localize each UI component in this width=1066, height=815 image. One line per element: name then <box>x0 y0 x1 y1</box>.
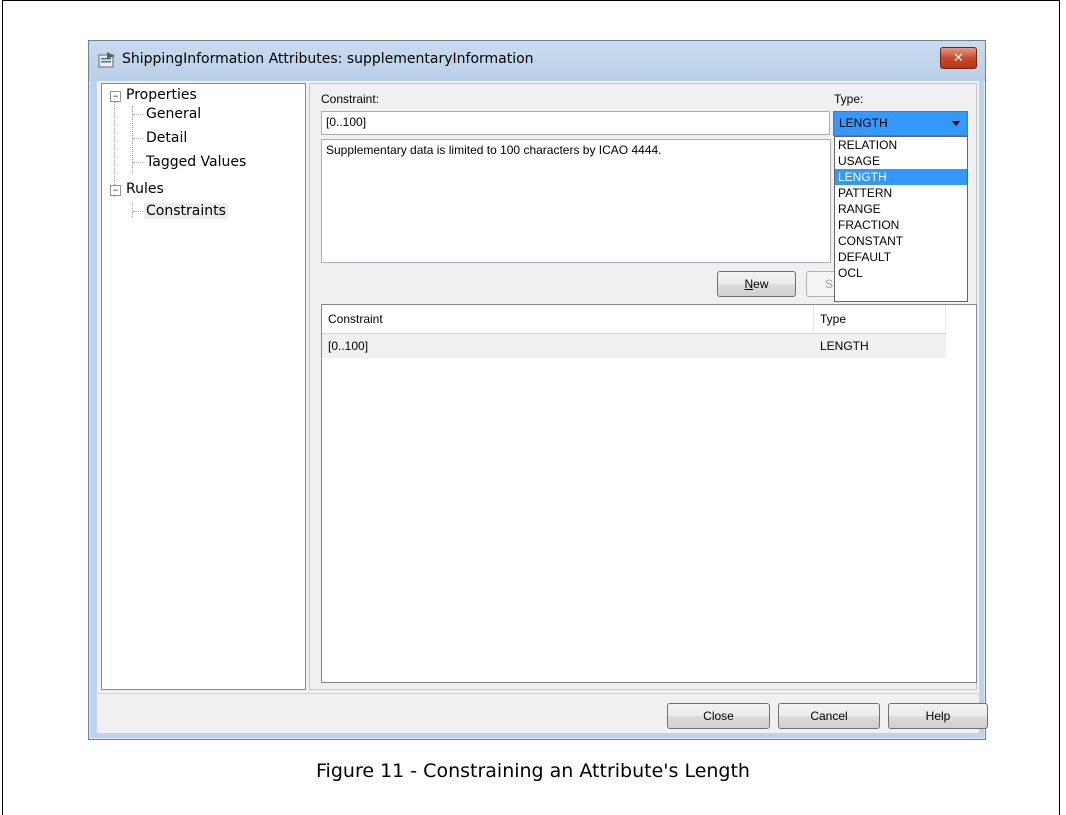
type-select-value: LENGTH <box>839 116 888 130</box>
tree-node-rules[interactable]: Rules <box>126 181 164 197</box>
type-option-pattern[interactable]: PATTERN <box>835 185 967 201</box>
dialog-window: ShippingInformation Attributes: suppleme… <box>88 40 988 740</box>
tree-node-constraints[interactable]: Constraints <box>144 203 228 219</box>
close-icon: ✕ <box>953 50 964 66</box>
list-header: Constraint Type <box>322 305 946 334</box>
type-option-constant[interactable]: CONSTANT <box>835 233 967 249</box>
constraint-label: Constraint: <box>321 92 380 106</box>
constraints-list[interactable]: Constraint Type [0..100] LENGTH <box>321 304 977 683</box>
column-header-type[interactable]: Type <box>814 305 946 333</box>
new-button-rest: ew <box>753 277 769 291</box>
figure-caption: Figure 11 - Constraining an Attribute's … <box>316 760 750 782</box>
footer-divider <box>97 693 979 694</box>
tree-connector <box>133 138 143 139</box>
type-option-default[interactable]: DEFAULT <box>835 249 967 265</box>
type-option-fraction[interactable]: FRACTION <box>835 217 967 233</box>
table-row[interactable]: [0..100] LENGTH <box>322 334 946 358</box>
tree-node-general[interactable]: General <box>146 106 201 122</box>
tree-node-tagged-values[interactable]: Tagged Values <box>146 154 246 170</box>
collapse-icon[interactable]: − <box>110 185 121 196</box>
type-label: Type: <box>834 92 864 106</box>
window-title: ShippingInformation Attributes: suppleme… <box>122 51 534 67</box>
tree-node-properties[interactable]: Properties <box>126 87 197 103</box>
chevron-down-icon[interactable] <box>952 121 960 126</box>
type-option-ocl[interactable]: OCL <box>835 265 967 281</box>
navigation-tree[interactable]: − Properties General Detail Tagged Value… <box>101 83 306 690</box>
new-button[interactable]: New <box>717 271 796 297</box>
cancel-button[interactable]: Cancel <box>778 703 880 729</box>
tree-connector <box>114 98 115 197</box>
column-header-constraint[interactable]: Constraint <box>322 305 814 333</box>
constraints-panel: Constraint: [0..100] Type: LENGTH Supple… <box>309 83 977 690</box>
tree-connector <box>133 211 143 212</box>
type-dropdown-list[interactable]: RELATION USAGE LENGTH PATTERN RANGE FRAC… <box>834 136 968 302</box>
title-bar[interactable]: ShippingInformation Attributes: suppleme… <box>89 41 985 81</box>
type-option-relation[interactable]: RELATION <box>835 137 967 153</box>
type-option-usage[interactable]: USAGE <box>835 153 967 169</box>
tree-node-detail[interactable]: Detail <box>146 130 187 146</box>
help-button[interactable]: Help <box>888 703 988 729</box>
tree-connector <box>132 202 133 217</box>
type-option-length[interactable]: LENGTH <box>835 169 967 185</box>
tree-connector <box>133 162 143 163</box>
cell-constraint: [0..100] <box>328 339 369 353</box>
type-option-range[interactable]: RANGE <box>835 201 967 217</box>
save-button-label: S <box>825 277 834 291</box>
new-button-accel: N <box>744 277 754 291</box>
close-window-button[interactable]: ✕ <box>940 47 977 69</box>
dialog-client: − Properties General Detail Tagged Value… <box>97 81 988 733</box>
constraint-input[interactable]: [0..100] <box>321 111 830 135</box>
tree-connector <box>132 106 133 174</box>
app-icon <box>98 52 115 68</box>
notes-textarea[interactable]: Supplementary data is limited to 100 cha… <box>321 139 831 263</box>
type-select[interactable]: LENGTH <box>833 111 968 136</box>
tree-connector <box>133 114 143 115</box>
collapse-icon[interactable]: − <box>110 91 121 102</box>
cell-type: LENGTH <box>820 339 869 353</box>
close-button[interactable]: Close <box>667 703 770 729</box>
